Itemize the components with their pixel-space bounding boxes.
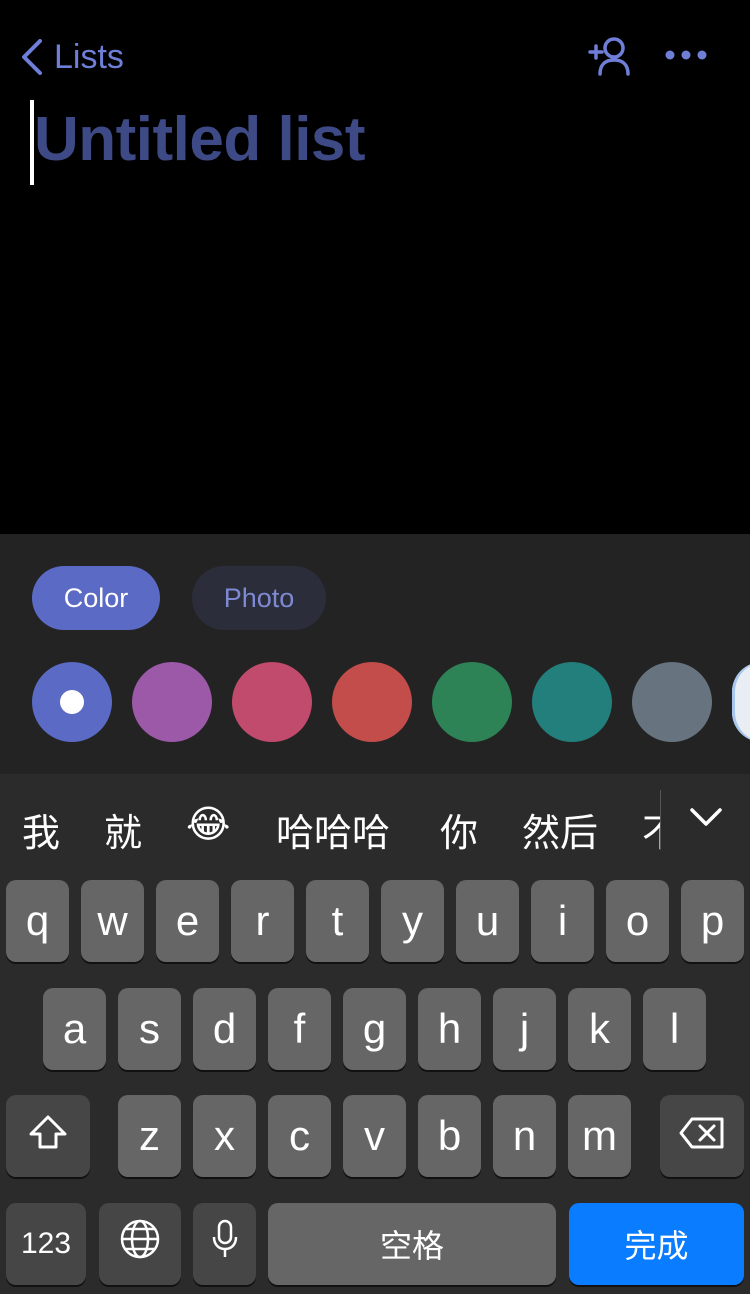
color-swatch[interactable] — [32, 662, 112, 742]
more-options-icon[interactable] — [664, 40, 708, 70]
key-m[interactable]: m — [568, 1095, 631, 1177]
tab-photo[interactable]: Photo — [192, 566, 326, 630]
key-k[interactable]: k — [568, 988, 631, 1070]
key-r[interactable]: r — [231, 880, 294, 962]
theme-panel: Color Photo — [0, 534, 750, 774]
key-w[interactable]: w — [81, 880, 144, 962]
chevron-left-icon — [18, 37, 44, 77]
suggestion-item[interactable]: 然后 — [522, 802, 598, 857]
key-g[interactable]: g — [343, 988, 406, 1070]
microphone-icon — [211, 1218, 239, 1270]
list-title-input[interactable]: Untitled list — [34, 104, 366, 175]
suggestion-item[interactable]: 我 — [22, 802, 60, 857]
key-y[interactable]: y — [381, 880, 444, 962]
shift-key[interactable] — [6, 1095, 90, 1177]
key-h[interactable]: h — [418, 988, 481, 1070]
numbers-key[interactable]: 123 — [6, 1203, 86, 1285]
chevron-down-icon[interactable] — [684, 798, 728, 838]
back-button[interactable]: Lists — [18, 34, 124, 80]
suggestion-item[interactable]: 😂 — [186, 802, 230, 847]
shift-icon — [28, 1112, 68, 1160]
key-i[interactable]: i — [531, 880, 594, 962]
key-s[interactable]: s — [118, 988, 181, 1070]
suggestion-item[interactable]: 不 — [642, 802, 660, 857]
keyboard: q w e r t y u i o p a s d f g h j k l z x c v b n m 123 空格 完成 — [0, 878, 750, 1294]
key-j[interactable]: j — [493, 988, 556, 1070]
globe-key[interactable] — [99, 1203, 181, 1285]
key-l[interactable]: l — [643, 988, 706, 1070]
color-swatch[interactable] — [532, 662, 612, 742]
microphone-key[interactable] — [193, 1203, 256, 1285]
key-c[interactable]: c — [268, 1095, 331, 1177]
key-b[interactable]: b — [418, 1095, 481, 1177]
key-u[interactable]: u — [456, 880, 519, 962]
suggestion-item[interactable]: 哈哈哈 — [276, 802, 390, 857]
key-q[interactable]: q — [6, 880, 69, 962]
color-swatch[interactable] — [632, 662, 712, 742]
tab-color[interactable]: Color — [32, 566, 160, 630]
suggestion-bar: 我就 😂 哈哈哈你然后不 — [0, 774, 750, 878]
space-key[interactable]: 空格 — [268, 1203, 556, 1285]
color-swatch[interactable] — [132, 662, 212, 742]
delete-key[interactable] — [660, 1095, 744, 1177]
key-d[interactable]: d — [193, 988, 256, 1070]
key-t[interactable]: t — [306, 880, 369, 962]
key-o[interactable]: o — [606, 880, 669, 962]
key-f[interactable]: f — [268, 988, 331, 1070]
divider — [660, 790, 661, 850]
key-e[interactable]: e — [156, 880, 219, 962]
back-label: Lists — [54, 37, 124, 76]
color-swatch[interactable] — [732, 662, 750, 742]
done-key[interactable]: 完成 — [569, 1203, 744, 1285]
key-n[interactable]: n — [493, 1095, 556, 1177]
suggestion-item[interactable]: 就 — [104, 802, 142, 857]
suggestion-item[interactable]: 你 — [440, 802, 478, 857]
globe-icon — [119, 1218, 161, 1270]
color-swatch[interactable] — [232, 662, 312, 742]
color-swatch[interactable] — [332, 662, 412, 742]
add-person-icon[interactable] — [586, 34, 634, 78]
color-swatch[interactable] — [432, 662, 512, 742]
key-p[interactable]: p — [681, 880, 744, 962]
key-v[interactable]: v — [343, 1095, 406, 1177]
key-a[interactable]: a — [43, 988, 106, 1070]
backspace-icon — [678, 1112, 726, 1160]
key-z[interactable]: z — [118, 1095, 181, 1177]
selected-indicator — [60, 690, 84, 714]
key-x[interactable]: x — [193, 1095, 256, 1177]
